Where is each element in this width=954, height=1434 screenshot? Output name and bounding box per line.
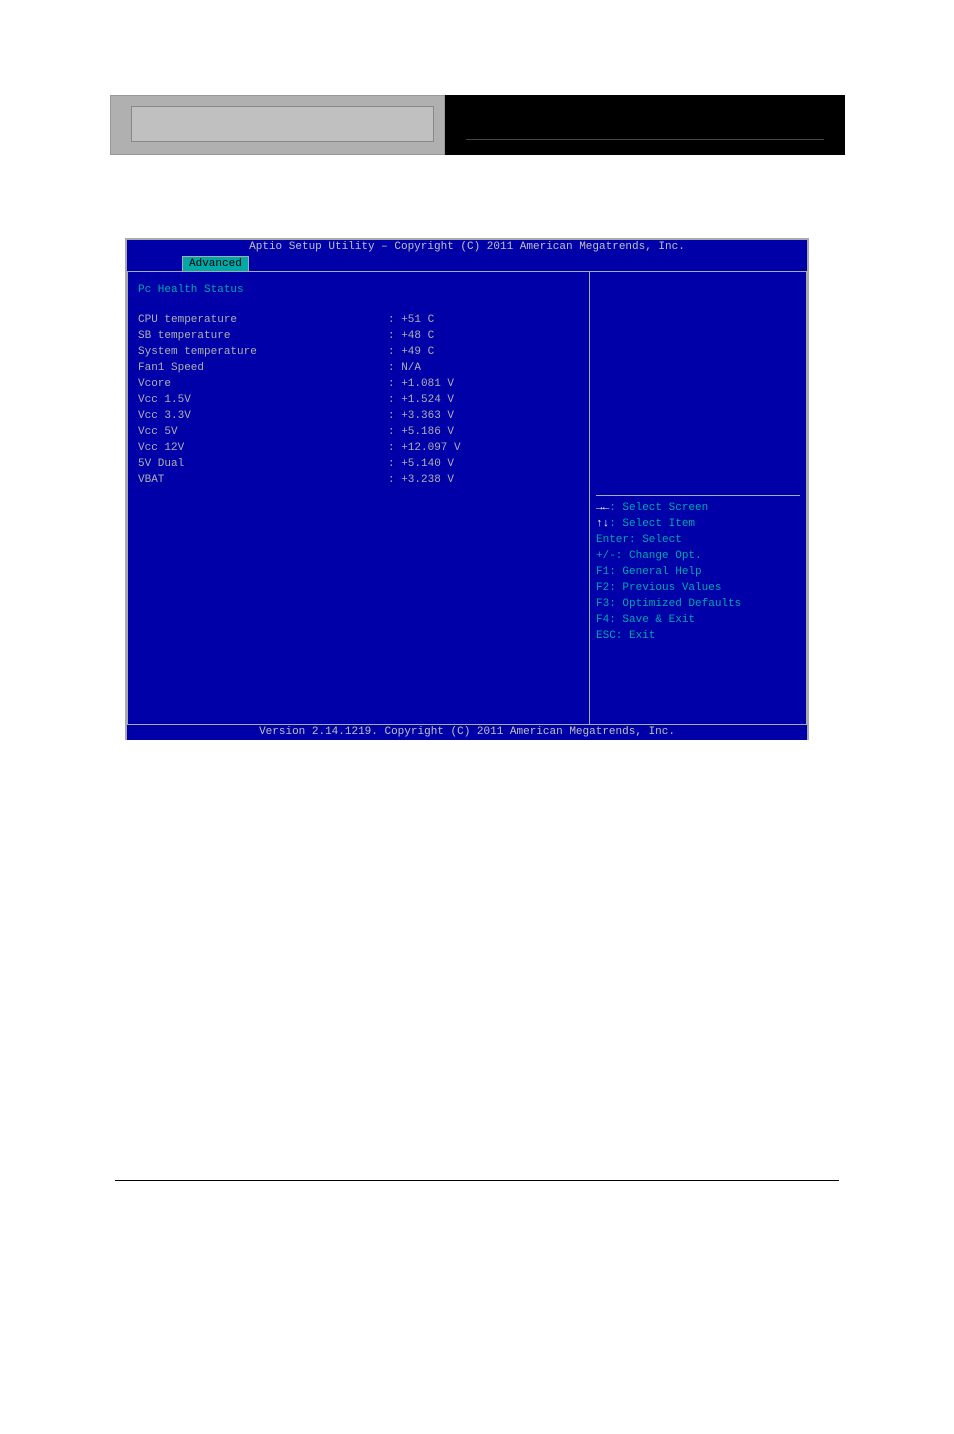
status-label: Vcc 3.3V [138, 408, 388, 424]
help-lines: →←: Select Screen↑↓: Select ItemEnter: S… [596, 500, 800, 644]
status-label: Vcc 1.5V [138, 392, 388, 408]
help-spacer [596, 644, 800, 714]
status-row: CPU temperature: +51 C [138, 312, 579, 328]
help-text: F1: General Help [596, 566, 702, 578]
bios-version-bar: Version 2.14.1219. Copyright (C) 2011 Am… [127, 725, 807, 740]
status-row: Fan1 Speed: N/A [138, 360, 579, 376]
help-line: F1: General Help [596, 564, 800, 580]
help-line: F2: Previous Values [596, 580, 800, 596]
status-value: : +48 C [388, 328, 434, 344]
status-row: Vcc 5V: +5.186 V [138, 424, 579, 440]
status-value: : +51 C [388, 312, 434, 328]
status-row: Vcore: +1.081 V [138, 376, 579, 392]
status-label: Vcore [138, 376, 388, 392]
status-value: : +3.238 V [388, 472, 454, 488]
status-value: : +1.524 V [388, 392, 454, 408]
status-label: System temperature [138, 344, 388, 360]
bios-body: Pc Health Status CPU temperature: +51 CS… [127, 271, 807, 725]
section-title: Pc Health Status [138, 284, 579, 296]
tab-advanced[interactable]: Advanced [182, 256, 249, 271]
help-line: F4: Save & Exit [596, 612, 800, 628]
help-text: ESC: Exit [596, 630, 655, 642]
arrow-icon: →← [596, 502, 609, 514]
bios-help-panel: →←: Select Screen↑↓: Select ItemEnter: S… [590, 272, 806, 724]
bios-window: Aptio Setup Utility – Copyright (C) 2011… [125, 238, 809, 740]
help-text: F4: Save & Exit [596, 614, 695, 626]
status-row: Vcc 12V: +12.097 V [138, 440, 579, 456]
status-value: : +12.097 V [388, 440, 461, 456]
arrow-icon: ↑↓ [596, 518, 609, 530]
help-line: Enter: Select [596, 532, 800, 548]
status-label: SB temperature [138, 328, 388, 344]
page-footer-divider [115, 1180, 839, 1181]
header-left-block [110, 95, 445, 155]
help-line: ESC: Exit [596, 628, 800, 644]
status-label: 5V Dual [138, 456, 388, 472]
status-value: : +5.186 V [388, 424, 454, 440]
help-text: : Select Screen [609, 502, 708, 514]
status-label: Vcc 5V [138, 424, 388, 440]
help-text: +/-: Change Opt. [596, 550, 702, 562]
help-text: Enter: Select [596, 534, 682, 546]
status-value: : +1.081 V [388, 376, 454, 392]
status-value: : +49 C [388, 344, 434, 360]
help-line: ↑↓: Select Item [596, 516, 800, 532]
header-right-underline [466, 139, 824, 140]
document-header [110, 95, 845, 155]
status-label: Vcc 12V [138, 440, 388, 456]
help-line: →←: Select Screen [596, 500, 800, 516]
help-divider [596, 495, 800, 496]
status-row: System temperature: +49 C [138, 344, 579, 360]
help-line: +/-: Change Opt. [596, 548, 800, 564]
status-label: CPU temperature [138, 312, 388, 328]
status-row: Vcc 3.3V: +3.363 V [138, 408, 579, 424]
status-label: VBAT [138, 472, 388, 488]
status-row: 5V Dual: +5.140 V [138, 456, 579, 472]
status-row: SB temperature: +48 C [138, 328, 579, 344]
bios-main-panel: Pc Health Status CPU temperature: +51 CS… [128, 272, 590, 724]
help-text: F3: Optimized Defaults [596, 598, 741, 610]
help-text: F2: Previous Values [596, 582, 721, 594]
help-text: : Select Item [609, 518, 695, 530]
status-rows: CPU temperature: +51 CSB temperature: +4… [138, 312, 579, 488]
status-value: : +5.140 V [388, 456, 454, 472]
bios-tab-bar: Advanced [127, 255, 807, 271]
status-row: Vcc 1.5V: +1.524 V [138, 392, 579, 408]
bios-title-bar: Aptio Setup Utility – Copyright (C) 2011… [127, 240, 807, 255]
header-right-block [445, 95, 845, 155]
status-value: : N/A [388, 360, 421, 376]
status-row: VBAT: +3.238 V [138, 472, 579, 488]
header-left-inner [131, 106, 434, 142]
help-line: F3: Optimized Defaults [596, 596, 800, 612]
status-label: Fan1 Speed [138, 360, 388, 376]
status-value: : +3.363 V [388, 408, 454, 424]
